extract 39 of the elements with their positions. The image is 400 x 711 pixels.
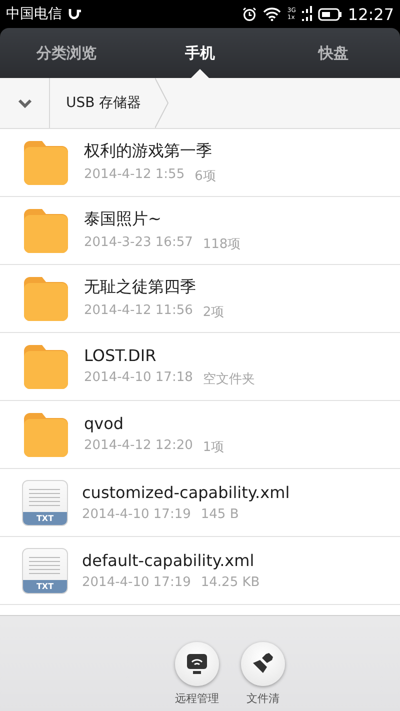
file-name: qvod — [84, 414, 125, 432]
modified-date: 2014-4-12 11:56 — [84, 302, 193, 320]
modified-date: 2014-4-12 12:20 — [84, 438, 193, 454]
file-size: 118项 — [202, 236, 241, 252]
signal-icon — [302, 6, 312, 22]
alarm-icon — [242, 6, 258, 22]
file-name: 无耻之徒第四季 — [84, 276, 197, 298]
file-size: 145 B — [200, 507, 239, 522]
modified-date: 2014-4-10 17:19 — [82, 575, 191, 590]
text-file-icon: TXT — [22, 480, 68, 526]
battery-icon — [318, 8, 342, 20]
usb-icon — [68, 7, 84, 21]
monitor-wifi-icon — [186, 653, 208, 675]
folder-icon — [22, 342, 70, 390]
file-name: 权利的游戏第一季 — [84, 140, 213, 162]
modified-date: 2014-4-10 17:18 — [84, 370, 193, 386]
tab[interactable]: 快盘 — [266, 28, 400, 78]
modified-date: 2014-3-23 16:57 — [84, 234, 193, 252]
modified-date: 2014-4-10 17:19 — [82, 507, 191, 522]
file-size: 1项 — [202, 438, 224, 456]
modified-date: 2014-4-12 1:55 — [84, 166, 185, 184]
file-name: LOST.DIR — [84, 346, 158, 364]
file-size: 6项 — [194, 168, 216, 184]
file-name: customized-capability.xml — [82, 483, 290, 502]
file-name: 泰国照片~ — [84, 208, 162, 230]
folder-icon — [22, 410, 70, 458]
folder-icon — [22, 274, 70, 322]
file-size: 空文件夹 — [202, 370, 255, 388]
tab[interactable]: 分类浏览 — [0, 28, 134, 78]
carrier-name: 中国电信 — [6, 5, 62, 23]
file-size: 2项 — [202, 304, 224, 320]
file-name: default-capability.xml — [82, 551, 256, 570]
chevron-down-icon — [18, 98, 32, 108]
folder-icon — [22, 138, 70, 186]
wifi-icon — [263, 7, 282, 21]
clock-time: 12:27 — [348, 4, 394, 24]
folder-icon — [22, 206, 70, 254]
file-size: 14.25 KB — [200, 575, 260, 590]
text-file-icon: TXT — [22, 548, 68, 594]
